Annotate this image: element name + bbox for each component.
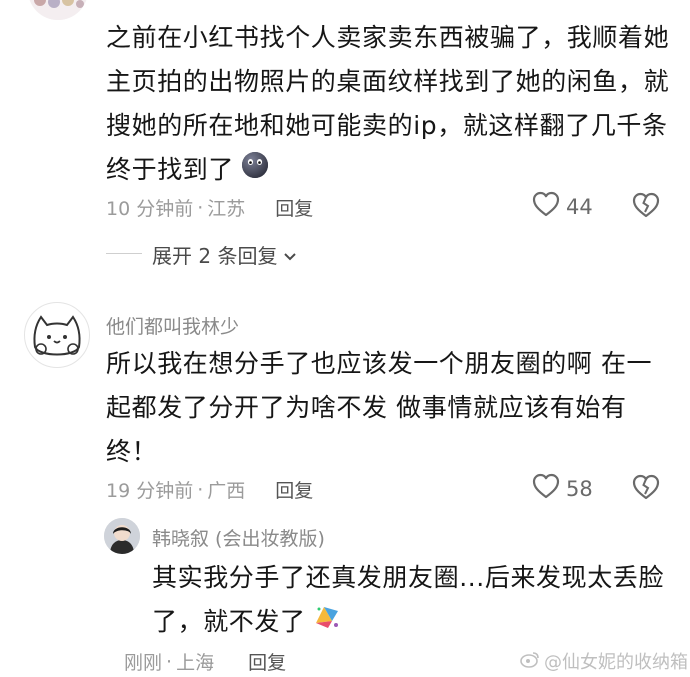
streamer-emoji-icon xyxy=(312,601,342,645)
reply-button[interactable]: 回复 xyxy=(248,648,286,675)
watermark: @仙女妮的收纳箱 xyxy=(520,648,688,674)
avatar[interactable] xyxy=(104,518,140,554)
reply-username[interactable]: 韩晓叙 (会出妆教版) xyxy=(152,524,325,551)
separator-dot: · xyxy=(166,650,173,673)
timestamp: 10 分钟前 xyxy=(106,198,194,220)
reply-button[interactable]: 回复 xyxy=(275,476,313,503)
avatar[interactable] xyxy=(24,302,90,368)
expand-replies-button[interactable]: 展开 2 条回复 xyxy=(152,240,297,269)
timestamp: 19 分钟前 xyxy=(106,480,194,502)
location: 上海 xyxy=(176,652,215,674)
like-button[interactable]: 58 xyxy=(532,473,593,504)
reply-meta: 刚刚 · 上海 回复 xyxy=(124,648,286,675)
comment-text: 所以我在想分手了也应该发一个朋友圈的啊 在一 起都发了分开了为啥不发 做事情就应… xyxy=(106,349,653,466)
comment-text: 之前在小红书找个人卖家卖东西被骗了，我顺着她 主页拍的出物照片的桌面纹样找到了她… xyxy=(106,16,676,193)
comment-meta: 10 分钟前 · 江苏 回复 xyxy=(106,194,313,221)
dislike-button[interactable] xyxy=(632,192,660,222)
like-count: 44 xyxy=(566,194,593,219)
expand-divider xyxy=(106,253,142,254)
broken-heart-icon xyxy=(632,474,660,504)
timestamp: 刚刚 xyxy=(124,652,163,674)
weibo-logo-icon xyxy=(520,650,540,673)
like-button[interactable]: 44 xyxy=(532,191,593,222)
like-count: 58 xyxy=(566,476,593,501)
comment-meta: 19 分钟前 · 广西 回复 xyxy=(106,476,313,503)
location: 广西 xyxy=(207,480,246,502)
separator-dot: · xyxy=(197,478,204,501)
location: 江苏 xyxy=(207,198,246,220)
black-face-emoji-icon xyxy=(240,149,270,193)
separator-dot: · xyxy=(197,196,204,219)
broken-heart-icon xyxy=(632,192,660,222)
dislike-button[interactable] xyxy=(632,474,660,504)
reply-button[interactable]: 回复 xyxy=(275,194,313,221)
heart-icon xyxy=(532,473,560,504)
avatar[interactable] xyxy=(28,0,88,20)
reply-text: 其实我分手了还真发朋友圈...后来发现太丢脸 了，就不发了 xyxy=(152,556,672,645)
username[interactable]: 他们都叫我林少 xyxy=(106,312,239,339)
chevron-down-icon xyxy=(283,243,297,267)
heart-icon xyxy=(532,191,560,222)
